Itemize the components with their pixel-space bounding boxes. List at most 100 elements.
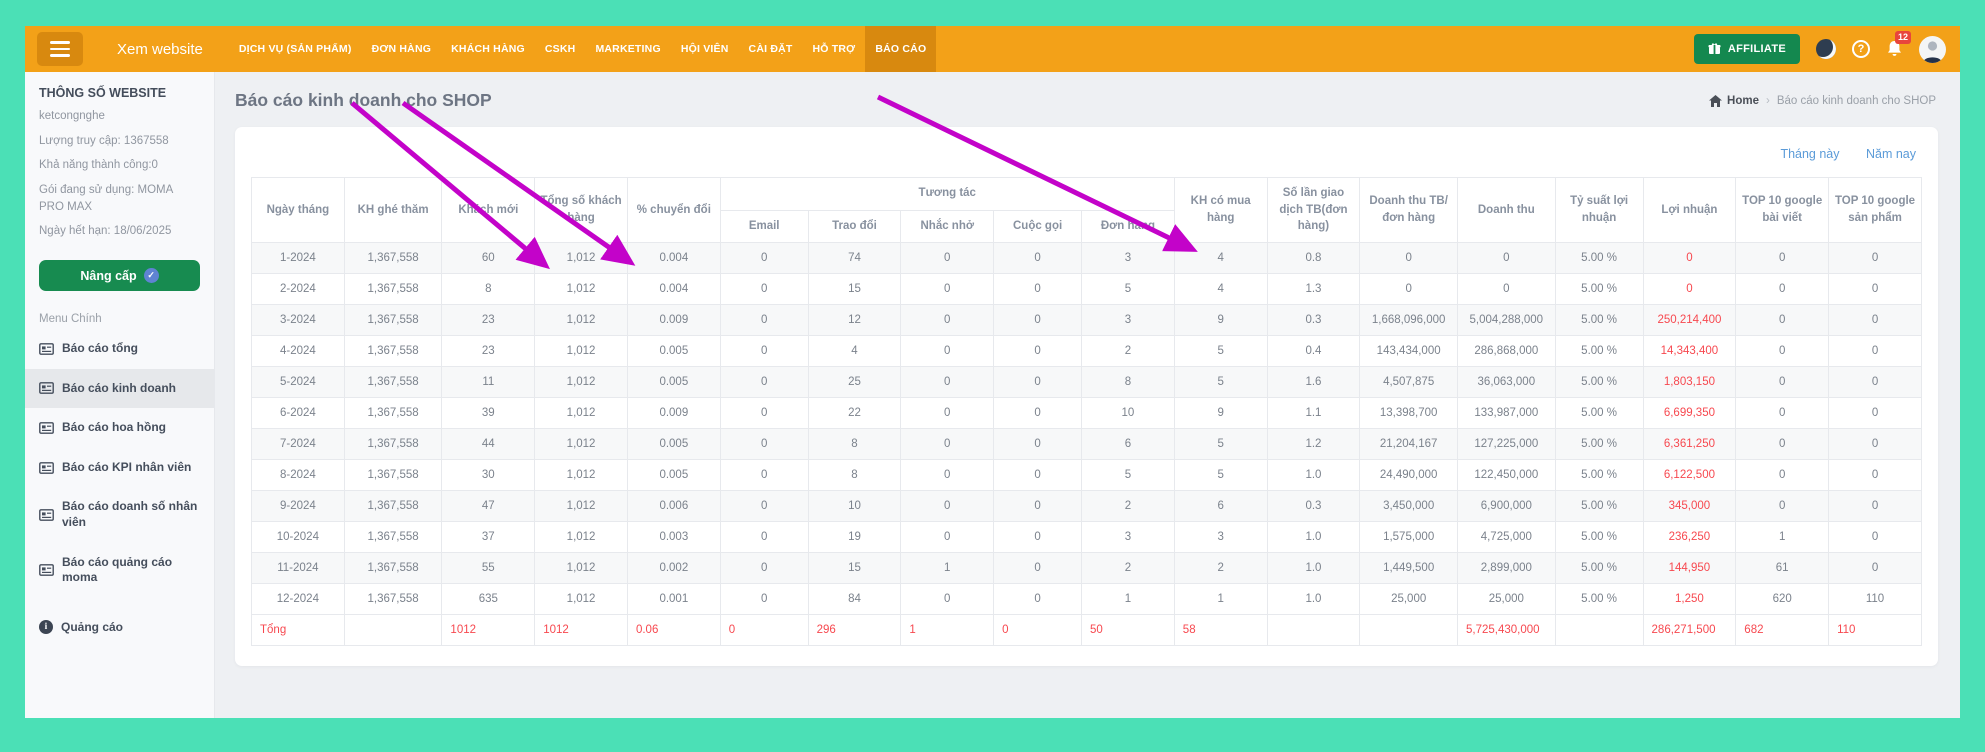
table-cell: 0	[994, 398, 1082, 429]
total-cell: 1012	[442, 615, 535, 646]
table-cell: 5.00 %	[1555, 274, 1643, 305]
filter-this-year[interactable]: Năm nay	[1866, 147, 1916, 161]
top-navbar: Xem website DỊCH VỤ (SẢN PHẨM)ĐƠN HÀNGKH…	[25, 26, 1960, 72]
table-cell: 0	[720, 398, 808, 429]
table-cell: 8	[1082, 367, 1175, 398]
total-cell	[1360, 615, 1458, 646]
table-cell: 1,012	[535, 491, 628, 522]
menu-toggle-button[interactable]	[37, 32, 83, 66]
nav-item[interactable]: HỘI VIÊN	[671, 26, 739, 72]
user-icon	[1919, 36, 1946, 63]
table-cell: 0	[994, 553, 1082, 584]
table-cell: 6-2024	[252, 398, 345, 429]
table-cell: 5.00 %	[1555, 336, 1643, 367]
sidebar-item[interactable]: Báo cáo tổng	[25, 329, 214, 369]
nav-item[interactable]: KHÁCH HÀNG	[441, 26, 535, 72]
sidebar-item[interactable]: Báo cáo hoa hồng	[25, 408, 214, 448]
nav-item[interactable]: MARKETING	[585, 26, 670, 72]
table-row: 10-20241,367,558371,0120.00301900331.01,…	[252, 522, 1922, 553]
table-cell: 25,000	[1360, 584, 1458, 615]
table-cell: 0	[1736, 398, 1829, 429]
table-cell: 0	[901, 460, 994, 491]
table-cell: 15	[808, 274, 901, 305]
navbar-right: AFFILIATE ? 12	[1694, 34, 1946, 64]
sidebar-item[interactable]: Báo cáo KPI nhân viên	[25, 448, 214, 488]
sidebar-item[interactable]: Báo cáo doanh số nhân viên	[25, 487, 214, 542]
table-cell: 36,063,000	[1457, 367, 1555, 398]
help-icon[interactable]: ?	[1852, 40, 1870, 58]
page-title: Báo cáo kinh doanh cho SHOP	[235, 90, 492, 111]
sidebar-item-quang-cao[interactable]: i Quảng cáo	[25, 606, 214, 648]
report-icon	[39, 422, 54, 434]
table-cell: 5.00 %	[1555, 367, 1643, 398]
breadcrumb: Home › Báo cáo kinh doanh cho SHOP	[1709, 95, 1936, 107]
column-header: Lợi nhuận	[1643, 178, 1736, 243]
nav-item[interactable]: BÁO CÁO	[865, 26, 936, 72]
screen: { "navbar": { "brand": "Xem website", "i…	[0, 0, 1985, 752]
table-cell: 8	[442, 274, 535, 305]
table-cell: 5	[1174, 336, 1267, 367]
nav-item[interactable]: CÀI ĐẶT	[739, 26, 803, 72]
upgrade-button[interactable]: Nâng cấp ✓	[39, 260, 200, 291]
table-cell: 0	[1736, 336, 1829, 367]
report-table: Ngày thángKH ghé thămKhách mớiTổng số kh…	[251, 177, 1922, 646]
table-cell: 1.6	[1267, 367, 1360, 398]
total-cell: 0	[994, 615, 1082, 646]
table-cell: 10	[808, 491, 901, 522]
sidebar-item[interactable]: Báo cáo kinh doanh	[25, 369, 214, 409]
table-cell: 2	[1082, 491, 1175, 522]
globe-icon[interactable]	[1816, 39, 1836, 59]
table-cell: 3-2024	[252, 305, 345, 336]
table-cell: 8	[808, 429, 901, 460]
filter-this-month[interactable]: Tháng này	[1780, 147, 1839, 161]
table-cell: 37	[442, 522, 535, 553]
table-cell: 5	[1174, 460, 1267, 491]
table-cell: 0	[1829, 243, 1922, 274]
table-row: 12-20241,367,5586351,0120.00108400111.02…	[252, 584, 1922, 615]
table-cell: 39	[442, 398, 535, 429]
table-cell: 22	[808, 398, 901, 429]
avatar[interactable]	[1919, 36, 1946, 63]
table-cell: 0.009	[627, 398, 720, 429]
stat-line: Lượng truy cập: 1367558	[39, 133, 200, 150]
table-cell: 133,987,000	[1457, 398, 1555, 429]
view-website-link[interactable]: Xem website	[117, 41, 203, 58]
table-cell: 1,012	[535, 336, 628, 367]
nav-item[interactable]: HỖ TRỢ	[803, 26, 866, 72]
table-row: 1-20241,367,558601,0120.00407400340.8005…	[252, 243, 1922, 274]
table-cell: 0.006	[627, 491, 720, 522]
table-cell: 0.005	[627, 429, 720, 460]
total-cell	[344, 615, 442, 646]
table-cell: 1,367,558	[344, 305, 442, 336]
stat-line: Khả năng thành công:0	[39, 157, 200, 174]
table-cell: 12-2024	[252, 584, 345, 615]
table-cell: 4	[808, 336, 901, 367]
table-cell: 44	[442, 429, 535, 460]
nav-item[interactable]: DỊCH VỤ (SẢN PHẨM)	[229, 26, 362, 72]
notification-badge: 12	[1895, 31, 1911, 44]
breadcrumb-home[interactable]: Home	[1709, 95, 1759, 107]
column-header: Email	[720, 210, 808, 243]
table-cell: 55	[442, 553, 535, 584]
table-cell: 0	[720, 243, 808, 274]
table-cell: 1,367,558	[344, 274, 442, 305]
table-cell: 1,012	[535, 522, 628, 553]
table-cell: 74	[808, 243, 901, 274]
table-cell: 1,367,558	[344, 460, 442, 491]
sidebar-item[interactable]: Báo cáo quảng cáo moma	[25, 543, 214, 598]
nav-item[interactable]: ĐƠN HÀNG	[362, 26, 442, 72]
nav-item[interactable]: CSKH	[535, 26, 586, 72]
table-cell: 10	[1082, 398, 1175, 429]
breadcrumb-separator: ›	[1766, 95, 1770, 107]
table-cell: 1,803,150	[1643, 367, 1736, 398]
table-cell: 0	[994, 367, 1082, 398]
table-cell: 5.00 %	[1555, 460, 1643, 491]
table-cell: 0	[1360, 274, 1458, 305]
bell-icon[interactable]: 12	[1886, 40, 1903, 58]
table-cell: 0	[1736, 491, 1829, 522]
table-cell: 0	[1829, 367, 1922, 398]
column-header: Ngày tháng	[252, 178, 345, 243]
total-cell: 296	[808, 615, 901, 646]
breadcrumb-current: Báo cáo kinh doanh cho SHOP	[1777, 95, 1936, 107]
affiliate-button[interactable]: AFFILIATE	[1694, 34, 1800, 64]
